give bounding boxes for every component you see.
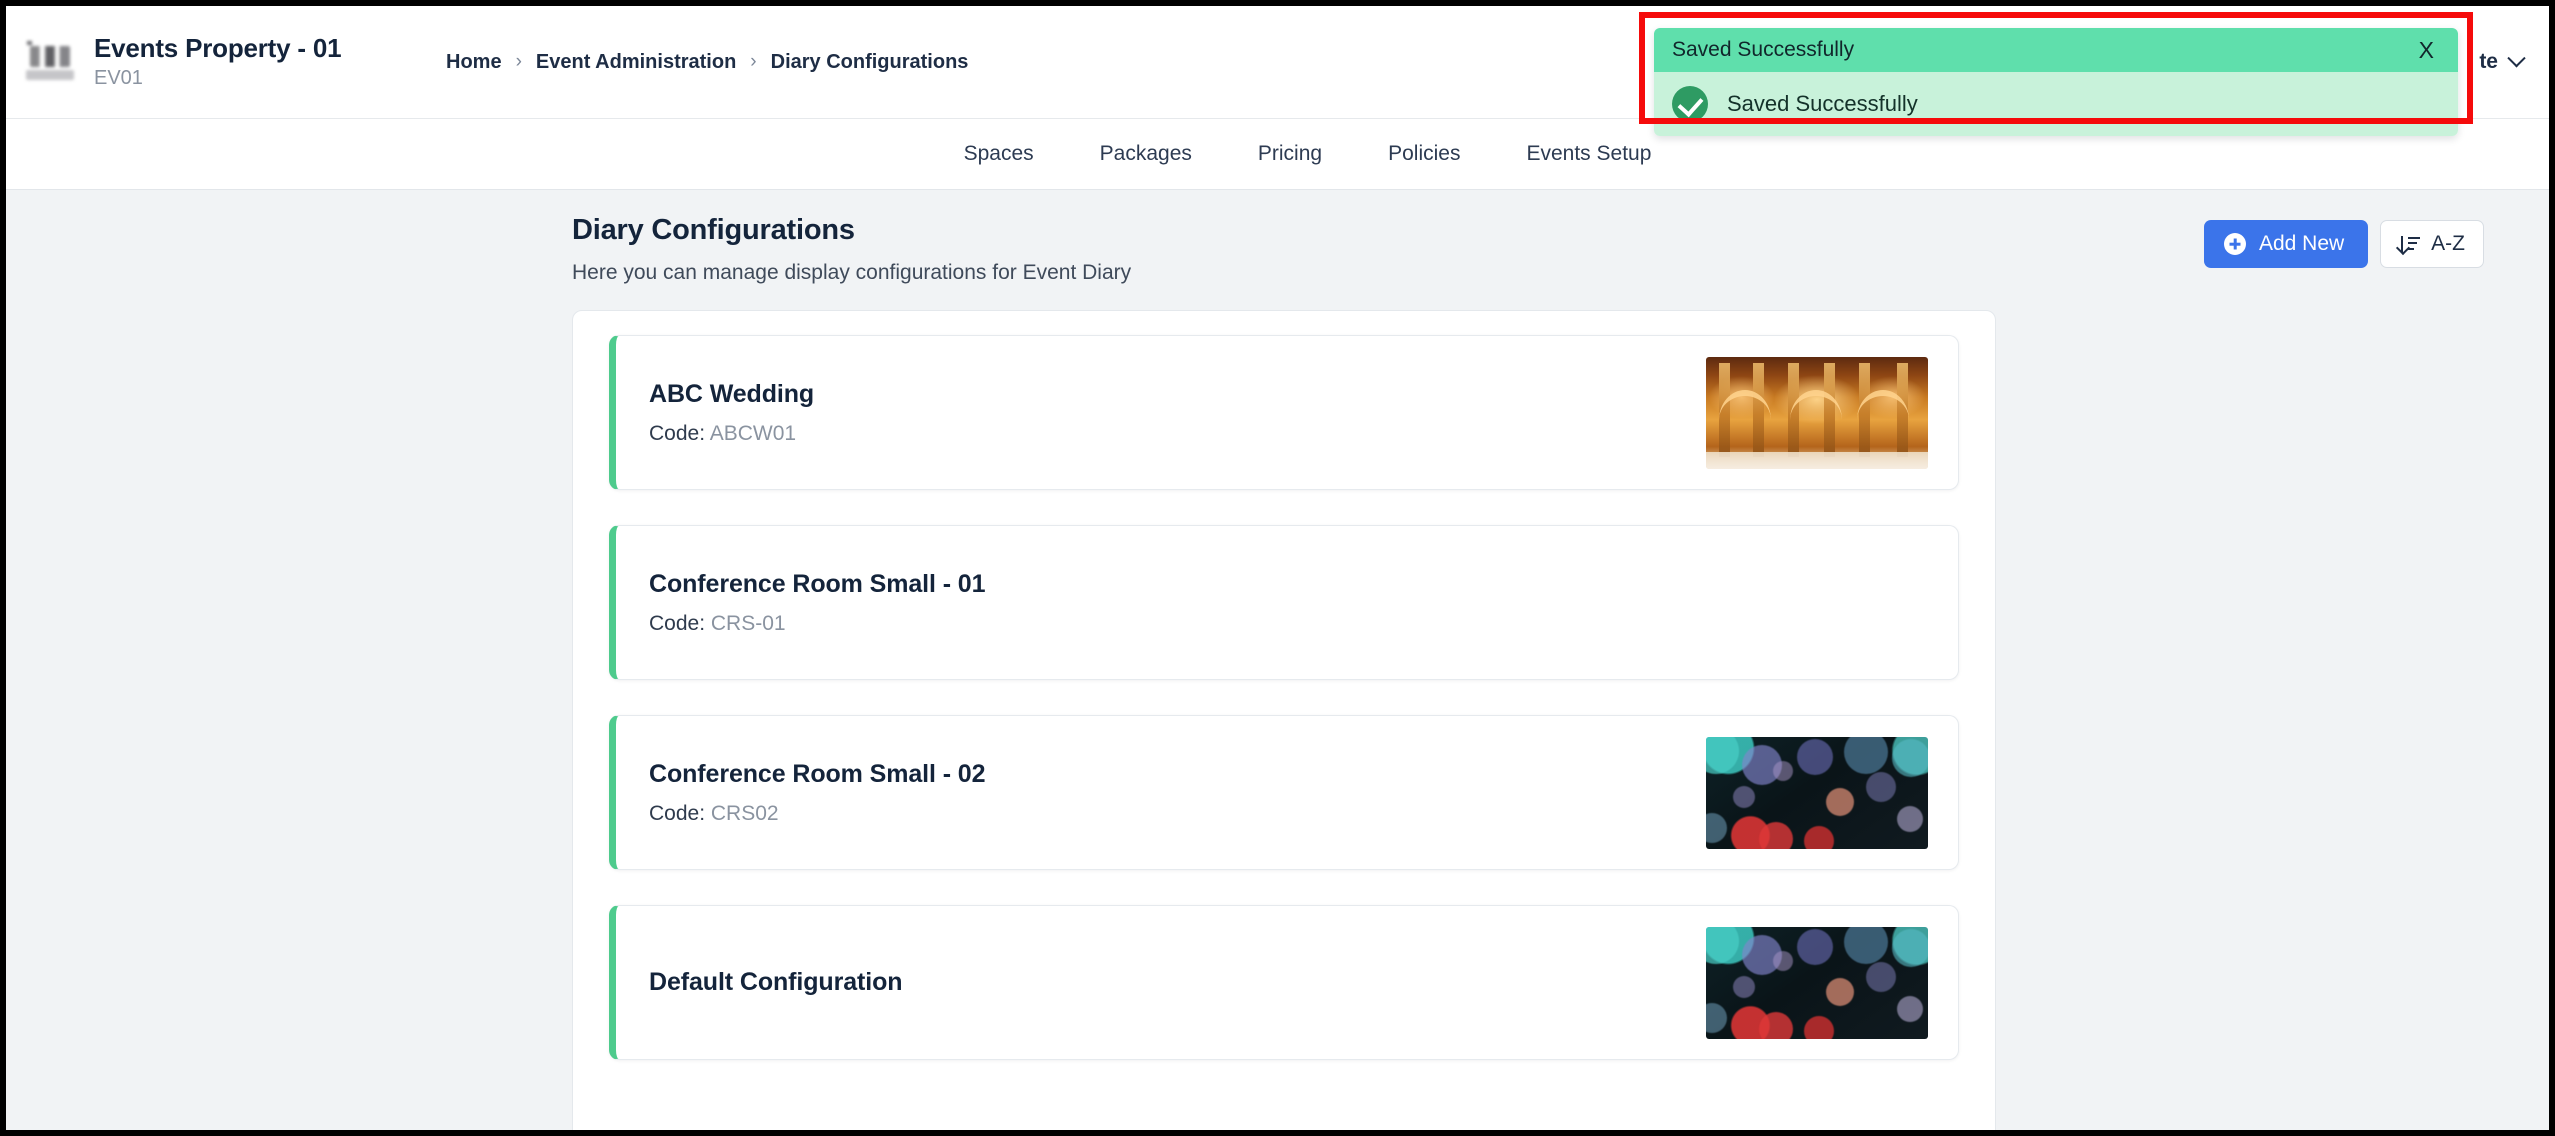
tab-packages[interactable]: Packages — [1100, 142, 1192, 166]
breadcrumb-item-event-administration[interactable]: Event Administration — [536, 51, 736, 74]
configuration-details: Conference Room Small - 02 Code: CRS02 — [649, 760, 1706, 826]
configuration-code: Code: CRS02 — [649, 802, 1706, 826]
add-new-button[interactable]: Add New — [2203, 220, 2369, 268]
sort-az-button-label: A-Z — [2431, 232, 2465, 255]
user-account-dropdown[interactable]: te — [2479, 48, 2526, 74]
configuration-code-label: Code: — [649, 801, 706, 825]
configuration-name: ABC Wedding — [649, 379, 815, 408]
breadcrumb-item-home[interactable]: Home — [446, 51, 502, 74]
sort-descending-icon — [2399, 235, 2421, 254]
configuration-code-value: CRS02 — [710, 801, 779, 825]
configuration-details: Default Configuration — [649, 968, 1706, 997]
configuration-details: Conference Room Small - 01 Code: CRS-01 — [649, 570, 1928, 636]
property-title: Events Property - 01 — [94, 33, 342, 64]
brand-text: Events Property - 01 EV01 — [94, 33, 342, 90]
list-item[interactable]: Default Configuration — [609, 905, 1959, 1060]
breadcrumb-separator-icon: › — [750, 51, 757, 72]
ornate-temple-image — [1706, 356, 1928, 469]
breadcrumb: Home › Event Administration › Diary Conf… — [446, 51, 968, 74]
property-code: EV01 — [94, 66, 143, 89]
page-subtitle: Here you can manage display configuratio… — [572, 261, 1132, 284]
add-new-button-label: Add New — [2258, 232, 2345, 255]
bokeh-lights-image — [1706, 736, 1928, 849]
list-item[interactable]: Conference Room Small - 01 Code: CRS-01 — [609, 525, 1959, 680]
property-logo-icon — [24, 39, 76, 85]
configurations-panel: ABC Wedding Code: ABCW01 Conference Room… — [572, 310, 1996, 1130]
page-header: Diary Configurations Here you can manage… — [6, 190, 2549, 285]
tab-pricing[interactable]: Pricing — [1258, 142, 1322, 166]
configuration-code: Code: ABCW01 — [649, 422, 1706, 446]
bokeh-lights-image — [1706, 926, 1928, 1039]
sort-az-button[interactable]: A-Z — [2380, 220, 2484, 268]
plus-circle-icon — [2223, 233, 2246, 255]
tab-spaces[interactable]: Spaces — [964, 142, 1034, 166]
chevron-down-icon — [2507, 48, 2526, 67]
property-brand[interactable]: Events Property - 01 EV01 — [6, 33, 446, 90]
breadcrumb-item-diary-configurations[interactable]: Diary Configurations — [771, 51, 969, 74]
configuration-code-value: ABCW01 — [709, 421, 797, 445]
tab-events-setup[interactable]: Events Setup — [1526, 142, 1651, 166]
header-right-area: te — [2479, 48, 2549, 74]
breadcrumb-separator-icon: › — [515, 51, 522, 72]
list-item[interactable]: ABC Wedding Code: ABCW01 — [609, 335, 1959, 490]
list-item[interactable]: Conference Room Small - 02 Code: CRS02 — [609, 715, 1959, 870]
page-content: Diary Configurations Here you can manage… — [6, 190, 2549, 1130]
user-account-label: te — [2479, 50, 2498, 73]
configuration-code: Code: CRS-01 — [649, 612, 1928, 636]
configuration-details: ABC Wedding Code: ABCW01 — [649, 380, 1706, 446]
configuration-code-label: Code: — [649, 421, 706, 445]
configuration-name: Conference Room Small - 02 — [649, 759, 986, 788]
configuration-name: Conference Room Small - 01 — [649, 569, 986, 598]
annotation-highlight-box — [1639, 12, 2473, 124]
configuration-code-label: Code: — [649, 611, 706, 635]
tab-policies[interactable]: Policies — [1388, 142, 1460, 166]
page-header-text: Diary Configurations Here you can manage… — [572, 214, 2204, 285]
page-action-buttons: Add New A-Z — [2203, 214, 2489, 268]
page-title: Diary Configurations — [572, 214, 855, 246]
configuration-code-value: CRS-01 — [710, 611, 786, 635]
app-window: Events Property - 01 EV01 Home › Event A… — [0, 0, 2555, 1136]
configuration-name: Default Configuration — [649, 968, 903, 996]
